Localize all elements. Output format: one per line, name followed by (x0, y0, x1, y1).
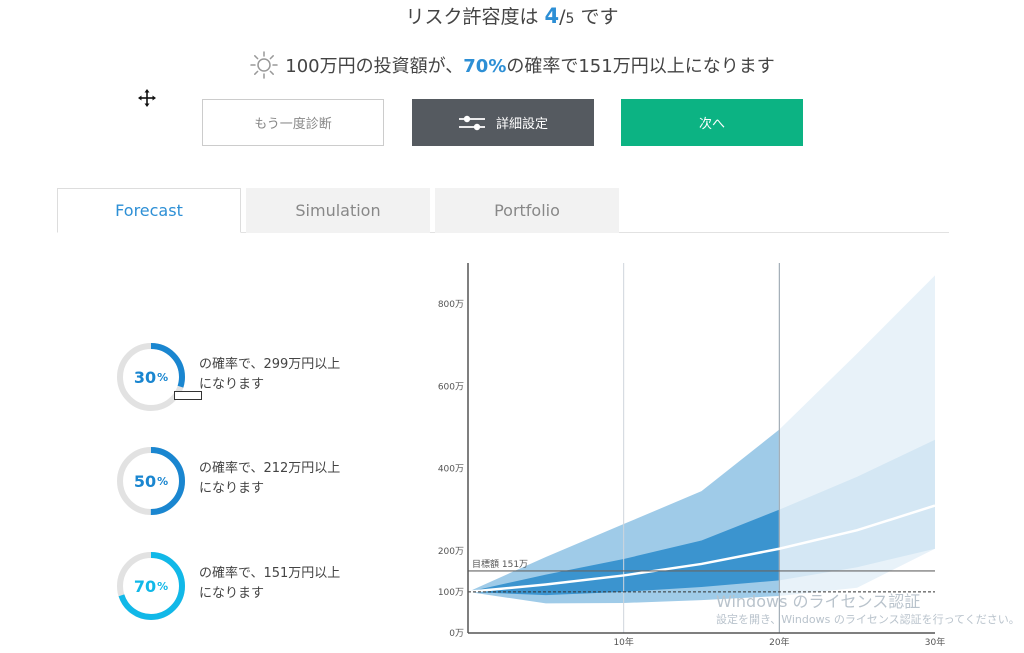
next-button[interactable]: 次へ (621, 99, 803, 146)
ring-description: の確率で、212万円以上 になります (199, 461, 341, 496)
y-tick-label: 800万 (438, 300, 464, 310)
windows-activation-watermark: Windows のライセンス認証 (716, 592, 921, 611)
risk-tolerance-title: リスク許容度は 4/5 です (405, 4, 619, 28)
tab-portfolio[interactable]: Portfolio (435, 188, 619, 233)
windows-activation-subtext: 設定を開き、Windows のライセンス認証を行ってください。 (716, 613, 1020, 626)
y-tick-label: 600万 (438, 382, 464, 392)
x-tick-label: 30年 (925, 636, 945, 648)
risk-level-value: 4 (544, 4, 560, 28)
tab-simulation[interactable]: Simulation (246, 188, 430, 233)
target-probability: 70% (463, 56, 507, 77)
ring-description: の確率で、151万円以上 になります (199, 566, 341, 601)
probability-ring-70: 70% の確率で、151万円以上 になります (116, 551, 376, 621)
y-tick-label: 0万 (449, 629, 464, 639)
sun-icon (250, 51, 279, 79)
ring-percent: 70% (133, 576, 169, 596)
ring-percent: 50% (133, 471, 169, 491)
probability-summary: 100万円の投資額が、70%の確率で151万円以上になります (0, 50, 1024, 80)
y-tick-label: 200万 (438, 547, 464, 557)
detail-settings-button[interactable]: 詳細設定 (412, 99, 594, 146)
move-cursor-icon (138, 89, 156, 107)
ring-description: の確率で、299万円以上 になります (199, 357, 341, 392)
risk-level-max: 5 (565, 11, 575, 27)
resize-handle[interactable] (174, 391, 202, 400)
retry-diagnosis-button[interactable]: もう一度診断 (202, 99, 384, 146)
target-label: 目標額 151万 (472, 558, 528, 570)
tab-forecast[interactable]: Forecast (57, 188, 241, 233)
probability-ring-30: 30% の確率で、299万円以上 になります (116, 342, 376, 412)
x-tick-label: 10年 (613, 636, 633, 648)
y-tick-label: 100万 (438, 588, 464, 598)
x-tick-label: 20年 (769, 636, 789, 648)
y-tick-label: 400万 (438, 465, 464, 475)
probability-ring-50: 50% の確率で、212万円以上 になります (116, 446, 376, 516)
ring-percent: 30% (133, 367, 169, 387)
sliders-icon (458, 115, 485, 130)
